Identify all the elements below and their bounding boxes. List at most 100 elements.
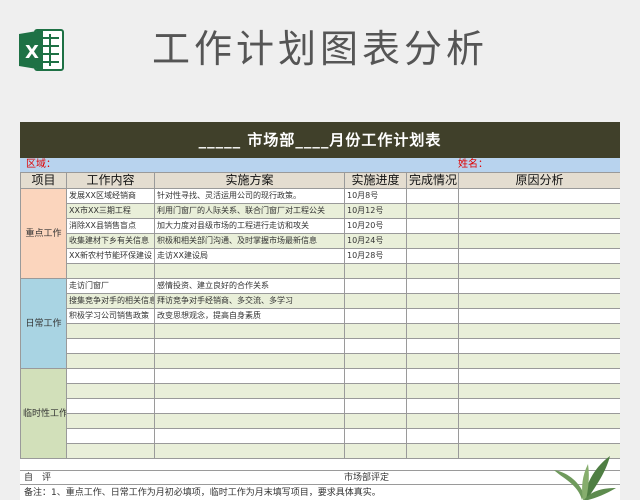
cell[interactable] (458, 413, 620, 429)
cell[interactable]: 发展XX区域经销商 (66, 188, 155, 204)
cell[interactable]: 拜访竞争对手经销商、多交流、多学习 (154, 293, 345, 309)
cell[interactable] (458, 338, 620, 354)
cell[interactable] (66, 353, 155, 369)
cell[interactable] (458, 428, 620, 444)
cell[interactable] (154, 338, 345, 354)
cell[interactable] (458, 233, 620, 249)
col-header[interactable]: 工作内容 (66, 172, 155, 189)
cell[interactable] (66, 338, 155, 354)
cell[interactable] (66, 428, 155, 444)
col-header[interactable]: 项目 (20, 172, 67, 189)
cell[interactable]: 10月24号 (344, 233, 407, 249)
category-temp[interactable]: 临时性工作 (20, 368, 67, 459)
cell[interactable]: 消除XX县销售盲点 (66, 218, 155, 234)
cell[interactable]: 10月20号 (344, 218, 407, 234)
cell[interactable] (406, 308, 459, 324)
table-row: 收集建材下乡有关信息 积极和相关部门沟通、及时掌握市场最新信息 10月24号 (21, 233, 620, 249)
cell[interactable] (458, 263, 620, 279)
cell[interactable] (66, 263, 155, 279)
table-row: 重点工作 发展XX区域经销商 针对性寻找、灵活运用公司的现行政策。 10月8号 (20, 188, 620, 279)
cell[interactable]: 10月12号 (344, 203, 407, 219)
cell[interactable]: 10月8号 (344, 188, 407, 204)
cell[interactable] (344, 278, 407, 294)
cell[interactable] (344, 443, 407, 459)
cell[interactable] (458, 188, 620, 204)
cell[interactable] (154, 443, 345, 459)
cell[interactable] (406, 368, 459, 384)
cell[interactable] (458, 383, 620, 399)
cell[interactable] (406, 203, 459, 219)
cell[interactable] (344, 413, 407, 429)
cell[interactable] (154, 263, 345, 279)
cell[interactable]: 利用门窗厂的人际关系、联合门窗厂对工程公关 (154, 203, 345, 219)
cell[interactable]: 搜集竞争对手的相关信息 (66, 293, 155, 309)
cell[interactable] (344, 353, 407, 369)
cell[interactable] (154, 413, 345, 429)
cell[interactable] (66, 413, 155, 429)
cell[interactable]: 走访XX建设局 (154, 248, 345, 264)
cell[interactable] (66, 443, 155, 459)
cell[interactable] (406, 188, 459, 204)
col-header[interactable]: 原因分析 (458, 172, 620, 189)
cell[interactable] (406, 383, 459, 399)
cell[interactable]: XX新农村节能环保建设 (66, 248, 155, 264)
cell[interactable] (66, 398, 155, 414)
cell[interactable] (344, 428, 407, 444)
cell[interactable]: 10月28号 (344, 248, 407, 264)
cell[interactable] (406, 428, 459, 444)
cell[interactable] (458, 308, 620, 324)
cell[interactable] (458, 353, 620, 369)
cell[interactable] (344, 338, 407, 354)
cell[interactable]: XX市XX三期工程 (66, 203, 155, 219)
cell[interactable] (154, 323, 345, 339)
cell[interactable] (406, 323, 459, 339)
cell[interactable] (406, 263, 459, 279)
cell[interactable] (458, 368, 620, 384)
cell[interactable] (458, 248, 620, 264)
cell[interactable] (458, 203, 620, 219)
cell[interactable] (406, 413, 459, 429)
cell[interactable] (66, 383, 155, 399)
col-header[interactable]: 完成情况 (406, 172, 459, 189)
cell[interactable] (154, 368, 345, 384)
cell[interactable] (154, 428, 345, 444)
cell[interactable]: 收集建材下乡有关信息 (66, 233, 155, 249)
cell[interactable] (458, 278, 620, 294)
cell[interactable]: 加大力度对县级市场的工程进行走访和攻关 (154, 218, 345, 234)
category-key[interactable]: 重点工作 (20, 188, 67, 279)
cell[interactable] (344, 323, 407, 339)
cell[interactable]: 改变思想观念，提高自身素质 (154, 308, 345, 324)
cell[interactable] (458, 218, 620, 234)
cell[interactable]: 走访门窗厂 (66, 278, 155, 294)
cell[interactable] (406, 248, 459, 264)
cell[interactable] (406, 278, 459, 294)
cell[interactable] (154, 353, 345, 369)
cell[interactable] (458, 293, 620, 309)
category-daily[interactable]: 日常工作 (20, 278, 67, 369)
cell[interactable]: 感情投资、建立良好的合作关系 (154, 278, 345, 294)
cell[interactable] (154, 398, 345, 414)
cell[interactable] (66, 323, 155, 339)
cell[interactable] (344, 383, 407, 399)
cell[interactable] (406, 443, 459, 459)
cell[interactable] (406, 338, 459, 354)
cell[interactable] (66, 368, 155, 384)
cell[interactable] (458, 398, 620, 414)
cell[interactable] (458, 323, 620, 339)
cell[interactable] (344, 308, 407, 324)
cell[interactable] (406, 398, 459, 414)
cell[interactable] (344, 293, 407, 309)
cell[interactable]: 针对性寻找、灵活运用公司的现行政策。 (154, 188, 345, 204)
cell[interactable] (344, 398, 407, 414)
cell[interactable] (406, 353, 459, 369)
cell[interactable] (406, 293, 459, 309)
cell[interactable] (344, 263, 407, 279)
cell[interactable]: 积极和相关部门沟通、及时掌握市场最新信息 (154, 233, 345, 249)
col-header[interactable]: 实施进度 (344, 172, 407, 189)
cell[interactable]: 积极学习公司销售政策 (66, 308, 155, 324)
cell[interactable] (344, 368, 407, 384)
cell[interactable] (154, 383, 345, 399)
cell[interactable] (406, 233, 459, 249)
col-header[interactable]: 实施方案 (154, 172, 345, 189)
cell[interactable] (406, 218, 459, 234)
